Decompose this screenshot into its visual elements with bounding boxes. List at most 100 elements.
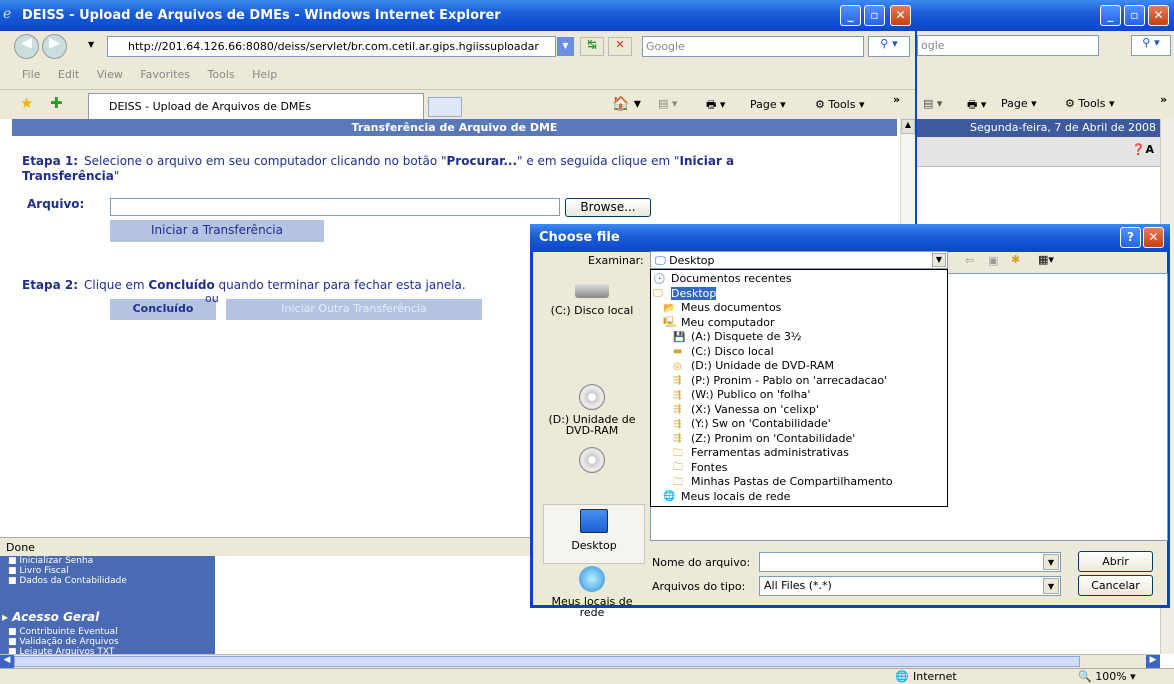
sidebar-item[interactable]: ■ Inicializar Senha	[8, 556, 127, 566]
places-drive-c[interactable]: (C:) Disco local	[539, 276, 645, 338]
look-in-label: Examinar:	[588, 254, 644, 267]
dropdown-item-label: (Y:) Sw on 'Contabilidade'	[691, 417, 831, 430]
look-in-dropdown-list[interactable]: 🕒 Documentos recentes 🖵 Desktop 📂 Meus docume…	[650, 269, 948, 507]
back-maximize-button[interactable]: ▫	[1124, 5, 1145, 26]
dropdown-item-label: (A:) Disquete de 3½	[691, 330, 802, 343]
dropdown-item[interactable]: ⇶ (X:) Vanessa on 'celixp'	[653, 403, 947, 418]
filename-dropdown[interactable]: ▼	[1043, 554, 1059, 570]
dropdown-item[interactable]: 🕒 Documentos recentes	[653, 272, 947, 287]
places-desktop[interactable]: Desktop	[543, 504, 645, 564]
open-button[interactable]: Abrir	[1078, 551, 1153, 572]
search-icon[interactable]: ⚲ ▾	[868, 36, 910, 57]
menu-help[interactable]: Help	[252, 68, 277, 81]
new-folder-icon[interactable]: ✱	[1011, 253, 1020, 266]
menu-tools[interactable]: Tools	[208, 68, 235, 81]
minimize-button[interactable]: _	[840, 5, 861, 26]
tools-menu[interactable]: ⚙ Tools ▾	[815, 98, 865, 111]
back-close-button[interactable]: ✕	[1148, 5, 1169, 26]
start-transfer-button[interactable]: Iniciar a Transferência	[110, 220, 324, 242]
filetype-select[interactable]: All Files (*.*)	[759, 576, 1061, 596]
dropdown-item[interactable]: ◎ (D:) Unidade de DVD-RAM	[653, 359, 947, 374]
menu-edit[interactable]: Edit	[58, 68, 79, 81]
dropdown-item[interactable]: ⇶ (W:) Publico on 'folha'	[653, 388, 947, 403]
dropdown-item[interactable]: 📂 Meus documentos	[653, 301, 947, 316]
back-minimize-button[interactable]: _	[1100, 5, 1121, 26]
network-icon: 🌐	[663, 491, 676, 502]
desktop-icon	[580, 509, 608, 533]
filename-input[interactable]	[759, 552, 1061, 572]
back-button[interactable]: ◀	[14, 34, 39, 59]
dropdown-item-label: Meus locais de rede	[681, 489, 791, 503]
back-date-bar: Segunda-feira, 7 de Abril de 2008	[915, 119, 1174, 137]
dropdown-item[interactable]: ▬ (C:) Disco local	[653, 345, 947, 360]
help-icon[interactable]: ❓A	[1132, 143, 1154, 156]
network-drive-icon: ⇶	[673, 389, 682, 401]
desktop-icon: 🖵	[655, 254, 666, 267]
up-folder-icon[interactable]: ▣	[988, 254, 998, 267]
view-menu-icon[interactable]: ▦▾	[1038, 253, 1054, 266]
back-hscrollbar[interactable]: ◀ ▶	[0, 654, 1160, 668]
close-button[interactable]: ✕	[890, 5, 911, 26]
home-icon[interactable]: 🏠 ▾	[612, 96, 641, 112]
back-statusbar: 🌐 Internet 🔍 100% ▾	[0, 668, 1174, 684]
menu-file[interactable]: File	[22, 68, 40, 81]
dropdown-item[interactable]: ⇶ (Z:) Pronim on 'Contabilidade'	[653, 432, 947, 447]
browse-button[interactable]: Browse...	[565, 198, 651, 217]
print-icon[interactable]: 🖶 ▾	[706, 96, 725, 115]
dropdown-item[interactable]: 🗀 Ferramentas administrativas	[653, 446, 947, 461]
places-network[interactable]: Meus locais de rede	[539, 566, 645, 626]
dropdown-item[interactable]: 💾 (A:) Disquete de 3½	[653, 330, 947, 345]
dropdown-item-label: (P:) Pronim - Pablo on 'arrecadacao'	[691, 373, 888, 387]
done-button[interactable]: Concluído	[110, 299, 216, 320]
look-in-select[interactable]: 🖵 Desktop ▼	[650, 251, 948, 269]
sidebar-item[interactable]: ■ Contribuinte Eventual	[8, 627, 119, 637]
back-tools-menu[interactable]: ⚙ Tools ▾	[1065, 97, 1115, 110]
menu-view[interactable]: View	[97, 68, 123, 81]
cancel-button[interactable]: Cancelar	[1078, 575, 1153, 596]
dialog-help-button[interactable]: ?	[1120, 227, 1141, 248]
sidebar-item[interactable]: ■ Validação de Arquivos	[8, 637, 119, 647]
favorites-star-icon[interactable]: ★	[20, 94, 33, 112]
recent-icon: 🕒	[653, 273, 666, 285]
refresh-icon[interactable]: ↹	[580, 37, 604, 56]
maximize-button[interactable]: ▫	[864, 5, 885, 26]
dropdown-item[interactable]: 🌐 Meus locais de rede	[653, 490, 947, 505]
page-menu[interactable]: Page ▾	[750, 98, 786, 111]
back-search-input[interactable]: ogle	[917, 35, 1099, 56]
dropdown-item[interactable]: 🖳 Meu computador	[653, 316, 947, 331]
search-input[interactable]: Google	[642, 36, 864, 57]
address-dropdown[interactable]: ▼	[557, 37, 574, 56]
dropdown-item[interactable]: 🖵 Desktop	[653, 286, 947, 302]
places-drive-d[interactable]: (D:) Unidade de DVD-RAM	[539, 384, 645, 446]
tab-active[interactable]: DEISS - Upload de Arquivos de DMEs	[88, 93, 424, 119]
add-favorites-icon[interactable]: ✚	[50, 94, 63, 112]
page-header-bar: Transferência de Arquivo de DME	[12, 119, 897, 136]
forward-button[interactable]: ▶	[42, 34, 67, 59]
filetype-dropdown[interactable]: ▼	[1043, 578, 1059, 594]
new-tab-button[interactable]	[428, 97, 462, 117]
menu-favorites[interactable]: Favorites	[140, 68, 190, 81]
file-path-input[interactable]	[110, 198, 560, 216]
feeds-icon[interactable]: ▤ ▾	[658, 97, 677, 110]
back-search-icon[interactable]: ⚲ ▾	[1131, 35, 1171, 56]
dropdown-item[interactable]: ⇶ (P:) Pronim - Pablo on 'arrecadacao'	[653, 374, 947, 389]
floppy-icon: 💾	[673, 331, 686, 343]
address-bar-row: ◀ ▶ ▼ http://201.64.126.66:8080/deiss/se…	[0, 31, 915, 61]
url-input[interactable]: http://201.64.126.66:8080/deiss/servlet/…	[107, 36, 556, 57]
sidebar-item[interactable]: ■ Livro Fiscal	[8, 566, 127, 576]
stop-icon[interactable]: ✕	[608, 37, 632, 56]
dropdown-item[interactable]: 🗀 Minhas Pastas de Compartilhamento	[653, 475, 947, 490]
zoom-control[interactable]: 🔍 100% ▾	[1078, 670, 1136, 683]
dropdown-item[interactable]: ⇶ (Y:) Sw on 'Contabilidade'	[653, 417, 947, 432]
sidebar-item[interactable]: ■ Dados da Contabilidade	[8, 576, 127, 586]
back-sidebar: ■ Inicializar Senha ■ Livro Fiscal ■ Dad…	[0, 556, 215, 657]
nav-back-icon[interactable]: ⇦	[965, 254, 974, 267]
dialog-close-button[interactable]: ✕	[1143, 227, 1164, 248]
back-page-menu[interactable]: Page ▾	[1001, 97, 1037, 110]
network-drive-icon: ⇶	[673, 418, 682, 430]
dropdown-item[interactable]: 🗀 Fontes	[653, 461, 947, 476]
back-print-icon[interactable]: 🖶 ▾	[967, 96, 986, 115]
harddrive-icon	[575, 284, 609, 298]
network-drive-icon: ⇶	[673, 375, 682, 386]
folder-icon: 📂	[663, 302, 676, 314]
